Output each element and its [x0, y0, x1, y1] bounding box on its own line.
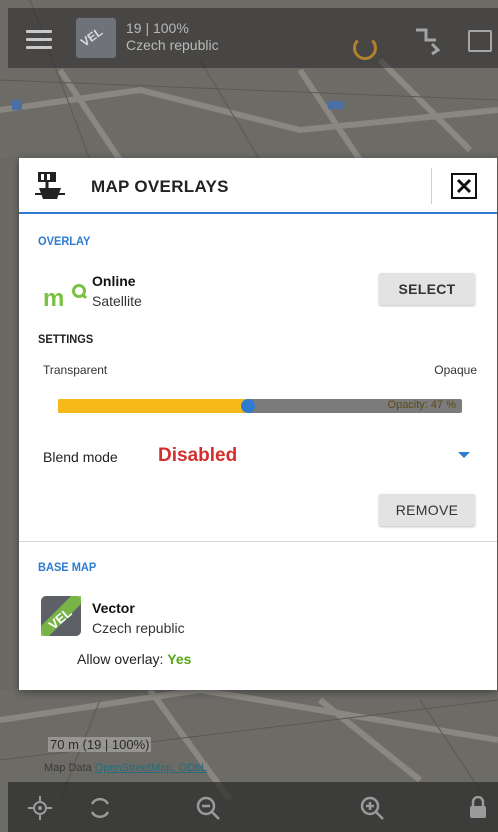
header-divider — [431, 168, 432, 204]
chart-icon[interactable] — [468, 30, 492, 52]
select-button[interactable]: SELECT — [379, 273, 475, 305]
allow-overlay-value: Yes — [167, 651, 192, 667]
dialog-title: MAP OVERLAYS — [91, 177, 229, 196]
slider-left-label: Transparent — [43, 363, 108, 377]
remove-button[interactable]: REMOVE — [379, 494, 475, 526]
overlay-type: Satellite — [92, 293, 142, 309]
map-info: 19 | 100% Czech republic — [126, 20, 219, 54]
top-toolbar: 19 | 100% Czech republic — [8, 8, 498, 68]
rotate-icon[interactable] — [88, 796, 112, 820]
dialog-header: MAP OVERLAYS — [19, 158, 497, 214]
allow-overlay-row: Allow overlay: Yes — [77, 651, 191, 667]
locus-online-map-icon: m — [43, 284, 88, 308]
chevron-down-icon[interactable] — [458, 452, 470, 458]
gps-icon[interactable] — [353, 36, 377, 60]
blend-mode-value[interactable]: Disabled — [158, 445, 237, 467]
base-map-name: Vector — [92, 600, 135, 616]
route-icon[interactable] — [412, 26, 442, 56]
map-layers-icon — [35, 172, 65, 199]
vector-map-icon: VEL — [41, 596, 81, 636]
section-divider — [19, 541, 497, 542]
opacity-value-text: Opacity: 47 % — [387, 399, 456, 411]
opacity-slider-fill — [58, 399, 248, 413]
lock-icon[interactable] — [466, 796, 490, 820]
svg-text:m: m — [43, 285, 64, 308]
bottom-toolbar — [8, 782, 498, 832]
base-map-region: Czech republic — [92, 620, 185, 636]
zoom-level-text: 19 | 100% — [126, 20, 189, 36]
settings-section-label: SETTINGS — [38, 332, 94, 346]
allow-overlay-label: Allow overlay: — [77, 651, 164, 667]
overlay-name: Online — [92, 273, 136, 289]
menu-icon[interactable] — [26, 30, 52, 49]
map-attribution: Map Data OpenStreetMap, ODbL — [44, 762, 207, 774]
attribution-link[interactable]: OpenStreetMap, ODbL — [95, 762, 208, 774]
blend-mode-label: Blend mode — [43, 449, 118, 465]
gps-target-icon[interactable] — [28, 796, 52, 820]
map-thumbnail-icon[interactable] — [76, 18, 116, 58]
opacity-slider[interactable]: Opacity: 47 % — [58, 399, 462, 413]
zoom-out-icon[interactable] — [196, 796, 220, 820]
overlay-section-label: OVERLAY — [38, 234, 91, 248]
map-overlays-dialog: MAP OVERLAYS OVERLAY m Online Satellite … — [19, 158, 497, 690]
opacity-slider-thumb[interactable] — [241, 399, 255, 413]
slider-right-label: Opaque — [434, 363, 477, 377]
map-name-text: Czech republic — [126, 37, 219, 53]
attribution-prefix: Map Data — [44, 762, 92, 774]
close-button[interactable] — [451, 173, 477, 199]
zoom-in-icon[interactable] — [360, 796, 384, 820]
close-icon — [456, 178, 472, 194]
scale-bar: 70 m (19 | 100%) — [48, 737, 152, 752]
base-map-section-label: BASE MAP — [38, 560, 97, 574]
